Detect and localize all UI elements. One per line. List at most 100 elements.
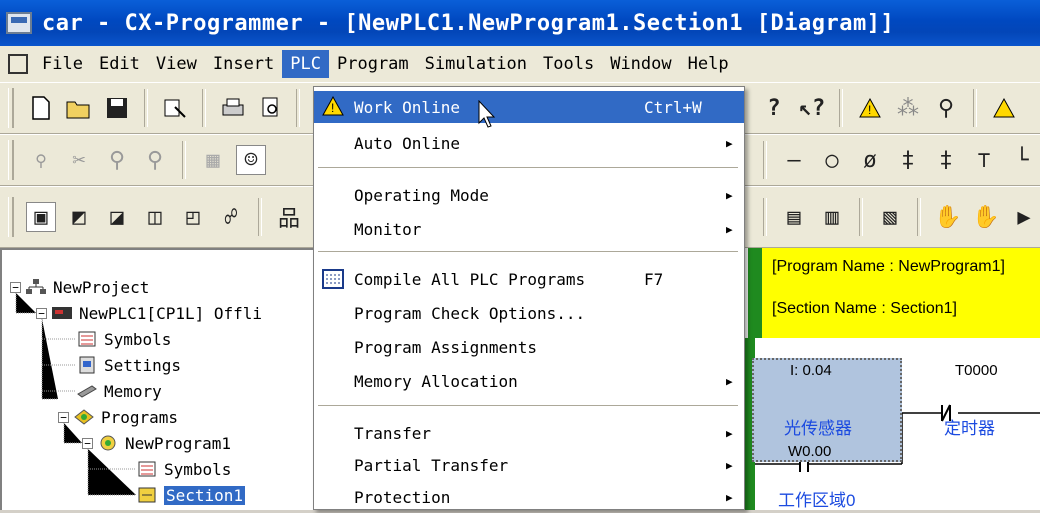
title-bar: car - CX-Programmer - [NewPLC1.NewProgra… bbox=[0, 0, 1040, 46]
menu-item-transfer[interactable]: Transfer ▶ bbox=[314, 417, 744, 449]
toolbar-separator bbox=[182, 141, 186, 179]
tree-lines bbox=[15, 293, 136, 496]
help-icon[interactable]: ? bbox=[759, 93, 789, 123]
submenu-arrow-icon: ▶ bbox=[726, 374, 733, 388]
menu-item-label: Partial Transfer bbox=[354, 455, 509, 475]
pause-icon[interactable]: ✋ bbox=[971, 202, 1001, 232]
toolbar-grip[interactable] bbox=[8, 197, 14, 237]
zoom-in-icon[interactable]: ⚲ bbox=[102, 145, 132, 175]
menu-program[interactable]: Program bbox=[329, 50, 417, 78]
project-workspace-icon[interactable]: ▣ bbox=[26, 202, 56, 232]
submenu-arrow-icon: ▶ bbox=[726, 426, 733, 440]
contact1-comment: 光传感器 bbox=[784, 419, 852, 438]
menu-item-label: Work Online bbox=[354, 97, 460, 117]
toolbar-separator bbox=[202, 89, 206, 127]
instruction-icon[interactable]: ⊤ bbox=[969, 145, 999, 175]
menu-help[interactable]: Help bbox=[680, 50, 737, 78]
horizontal-line-icon[interactable]: — bbox=[779, 145, 809, 175]
toolbar-separator bbox=[917, 198, 921, 236]
grid-icon[interactable]: ▦ bbox=[198, 145, 228, 175]
svg-text:!: ! bbox=[331, 101, 334, 115]
menu-item-monitor[interactable]: Monitor ▶ bbox=[314, 213, 744, 245]
compare-icon[interactable] bbox=[989, 93, 1019, 123]
menu-plc[interactable]: PLC bbox=[282, 50, 329, 78]
menu-item-compile-all[interactable]: Compile All PLC Programs F7 bbox=[314, 263, 744, 295]
run-step-icon[interactable]: ✋ bbox=[933, 202, 963, 232]
app-icon bbox=[6, 12, 32, 34]
toolbar-separator bbox=[296, 89, 300, 127]
toolbar-separator bbox=[144, 89, 148, 127]
watch-window-icon[interactable]: ◪ bbox=[102, 202, 132, 232]
print-icon[interactable] bbox=[218, 93, 248, 123]
menu-separator bbox=[318, 405, 738, 407]
menu-item-operating-mode[interactable]: Operating Mode ▶ bbox=[314, 179, 744, 211]
menu-edit[interactable]: Edit bbox=[91, 50, 148, 78]
warning-icon[interactable]: ! bbox=[855, 93, 885, 123]
toolbar-separator bbox=[763, 198, 767, 236]
menu-item-protection[interactable]: Protection ▶ bbox=[314, 481, 744, 513]
save-icon[interactable] bbox=[102, 93, 132, 123]
address-reference-icon[interactable]: ◫ bbox=[140, 202, 170, 232]
closed-contact-icon[interactable]: ‡ bbox=[931, 145, 961, 175]
section-name-label: [Section Name : Section1] bbox=[772, 300, 957, 317]
zoom-out-icon[interactable]: ⚲ bbox=[140, 145, 170, 175]
menu-item-label: Auto Online bbox=[354, 133, 460, 153]
compile-icon bbox=[322, 269, 344, 293]
find-icon[interactable]: ⚲ bbox=[931, 93, 961, 123]
window-title: car - CX-Programmer - [NewPLC1.NewProgra… bbox=[42, 10, 895, 36]
online-edit-icon[interactable]: ▤ bbox=[779, 202, 809, 232]
menu-tools[interactable]: Tools bbox=[535, 50, 602, 78]
network-icon[interactable]: ⁂ bbox=[893, 93, 923, 123]
menu-item-program-assignments[interactable]: Program Assignments bbox=[314, 331, 744, 363]
menu-bar: File Edit View Insert PLC Program Simula… bbox=[0, 46, 1040, 82]
menu-item-label: Program Assignments bbox=[354, 337, 538, 357]
menu-item-memory-allocation[interactable]: Memory Allocation ▶ bbox=[314, 365, 744, 397]
cancel-edit-icon[interactable]: ▧ bbox=[875, 202, 905, 232]
properties-window-icon[interactable]: ☍ bbox=[216, 202, 246, 232]
toolbar-grip[interactable] bbox=[8, 140, 14, 180]
menu-item-label: Transfer bbox=[354, 423, 432, 443]
rung-bar bbox=[748, 248, 762, 338]
new-file-icon[interactable] bbox=[26, 93, 56, 123]
send-changes-icon[interactable]: ▥ bbox=[817, 202, 847, 232]
print-preview-icon[interactable] bbox=[256, 93, 286, 123]
menu-item-label: Memory Allocation bbox=[354, 371, 518, 391]
toolbar-separator bbox=[973, 89, 977, 127]
show-comments-icon[interactable]: ☺ bbox=[236, 145, 266, 175]
menu-item-shortcut: F7 bbox=[644, 269, 664, 289]
run-icon[interactable]: ▶ bbox=[1009, 202, 1039, 232]
contact1-address: I: 0.04 bbox=[790, 362, 832, 379]
menu-item-program-check-options[interactable]: Program Check Options... bbox=[314, 297, 744, 329]
contact-icon[interactable]: ‡ bbox=[893, 145, 923, 175]
zoom-fit-icon[interactable]: ⚲ bbox=[26, 145, 56, 175]
menu-insert[interactable]: Insert bbox=[205, 50, 282, 78]
closed-coil-icon[interactable]: ø bbox=[855, 145, 885, 175]
warning-icon: ! bbox=[322, 95, 344, 120]
output-window-icon[interactable]: ◩ bbox=[64, 202, 94, 232]
submenu-arrow-icon: ▶ bbox=[726, 458, 733, 472]
io-comments-icon[interactable]: ◰ bbox=[178, 202, 208, 232]
mouse-cursor-icon bbox=[478, 99, 498, 132]
menu-item-label: Program Check Options... bbox=[354, 303, 586, 323]
system-menu-icon[interactable] bbox=[8, 54, 28, 74]
program-name-label: [Program Name : NewProgram1] bbox=[772, 258, 1005, 275]
cross-reference-icon[interactable]: 品 bbox=[274, 202, 304, 232]
toolbar-separator bbox=[859, 198, 863, 236]
submenu-arrow-icon: ▶ bbox=[726, 188, 733, 202]
menu-item-label: Compile All PLC Programs bbox=[354, 269, 586, 289]
menu-file[interactable]: File bbox=[34, 50, 91, 78]
toolbar-grip[interactable] bbox=[8, 88, 14, 128]
vertical-line-icon[interactable]: └ bbox=[1007, 145, 1037, 175]
menu-item-work-online[interactable]: ! Work Online Ctrl+W bbox=[314, 91, 744, 123]
coil-icon[interactable]: ○ bbox=[817, 145, 847, 175]
properties-icon[interactable] bbox=[160, 93, 190, 123]
menu-view[interactable]: View bbox=[148, 50, 205, 78]
menu-simulation[interactable]: Simulation bbox=[417, 50, 535, 78]
menu-item-shortcut: Ctrl+W bbox=[644, 97, 702, 117]
menu-item-auto-online[interactable]: Auto Online ▶ bbox=[314, 127, 744, 159]
context-help-icon[interactable]: ↖? bbox=[797, 93, 827, 123]
menu-window[interactable]: Window bbox=[602, 50, 679, 78]
menu-item-partial-transfer[interactable]: Partial Transfer ▶ bbox=[314, 449, 744, 481]
open-folder-icon[interactable] bbox=[64, 93, 94, 123]
cut-icon[interactable]: ✂ bbox=[64, 145, 94, 175]
